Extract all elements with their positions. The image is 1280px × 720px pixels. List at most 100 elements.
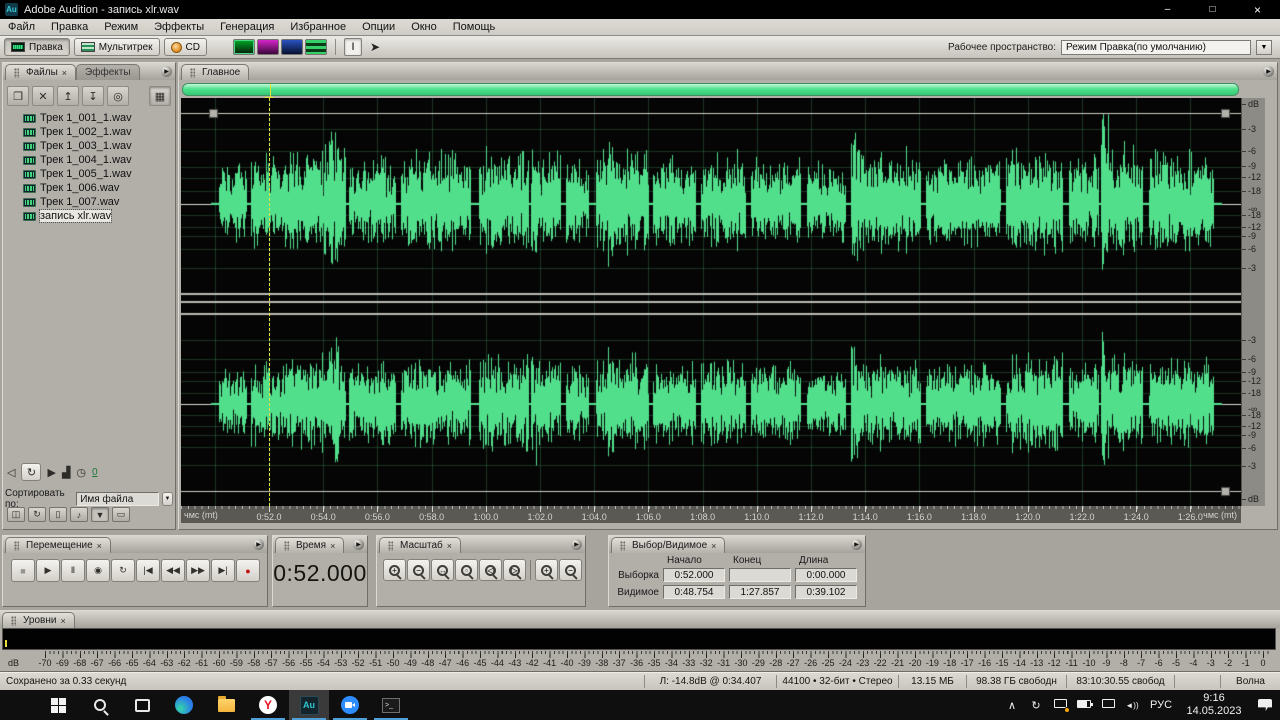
zoom-to-right-edge-button[interactable]: ▷ (503, 559, 526, 581)
file-row[interactable]: Трек 1_004_1.wav (5, 153, 173, 167)
selection-field[interactable]: 1:27.857 (729, 585, 791, 599)
zoom-app-taskbar-icon[interactable] (330, 690, 370, 720)
spectral-pan-mode-button[interactable] (280, 39, 303, 55)
selection-field[interactable]: 0:00.000 (795, 568, 857, 582)
battery-icon[interactable] (1072, 699, 1096, 711)
selection-field[interactable] (729, 568, 791, 582)
time-panel-menu-button[interactable]: ▶ (353, 539, 364, 550)
close-file-button[interactable]: ✕ (32, 86, 54, 106)
sort-dropdown-arrow[interactable]: ▼ (162, 492, 173, 506)
workspace-dropdown-arrow[interactable]: ▼ (1256, 39, 1272, 55)
pause-button[interactable]: Ⅱ (61, 559, 85, 582)
multitrack-view-button[interactable]: Мультитрек (73, 38, 160, 56)
show-midi-toggle[interactable]: ♪ (70, 507, 88, 522)
tab-effects[interactable]: Эффекты (76, 64, 140, 80)
fast-forward-button[interactable]: ▶▶ (186, 559, 210, 582)
go-to-start-button[interactable]: |◀ (136, 559, 160, 582)
files-panel-menu-button[interactable]: ▶ (161, 66, 172, 77)
tab-zoom[interactable]: Масштаб × (379, 537, 462, 553)
tab-files-close-icon[interactable]: × (62, 68, 67, 78)
overview-navigation-bar[interactable] (182, 83, 1239, 97)
insert-into-cd-button[interactable]: ↧ (82, 86, 104, 106)
zoom-in-vertical-button[interactable]: + (535, 559, 558, 581)
tab-transport[interactable]: Перемещение × (5, 537, 111, 553)
spectral-frequency-mode-button[interactable] (256, 39, 279, 55)
zoom-full-button[interactable]: ↔ (431, 559, 454, 581)
tab-transport-close-icon[interactable]: × (97, 541, 102, 551)
file-row[interactable]: Трек 1_007.wav (5, 195, 173, 209)
tab-levels-close-icon[interactable]: × (60, 616, 65, 626)
zoom-to-left-edge-button[interactable]: ◁ (479, 559, 502, 581)
adobe-audition-taskbar-icon[interactable]: Au (289, 690, 329, 720)
selection-field[interactable]: 0:48.754 (663, 585, 725, 599)
minimize-button[interactable]: – (1145, 0, 1190, 19)
tab-main[interactable]: Главное (181, 64, 250, 80)
go-to-end-button[interactable]: ▶| (211, 559, 235, 582)
close-button[interactable]: × (1235, 0, 1280, 19)
preview-volume[interactable]: ▟ (62, 466, 70, 479)
panel-grip[interactable] (388, 540, 393, 551)
panel-grip[interactable] (190, 67, 195, 78)
menu-8[interactable]: Окно (403, 21, 445, 33)
show-loops-toggle[interactable]: ↻ (28, 507, 46, 522)
level-meter[interactable] (2, 628, 1276, 650)
play-file[interactable]: ▶ (47, 466, 55, 479)
tab-selection[interactable]: Выбор/Видимое × (611, 537, 726, 553)
zoom-out-horizontal-button[interactable]: − (407, 559, 430, 581)
file-row[interactable]: запись xlr.wav (5, 209, 173, 223)
tab-levels[interactable]: Уровни × (2, 612, 75, 628)
panel-grip[interactable] (284, 540, 289, 551)
preview-volume-value[interactable]: 0 (92, 467, 98, 478)
zoom-in-horizontal-button[interactable]: + (383, 559, 406, 581)
panel-grip[interactable] (14, 67, 19, 78)
menu-7[interactable]: Опции (354, 21, 403, 33)
selection-panel-menu-button[interactable]: ▶ (851, 539, 862, 550)
tab-time[interactable]: Время × (275, 537, 345, 553)
volume-icon[interactable]: ◄)) (1120, 701, 1144, 710)
selection-field[interactable]: 0:39.102 (795, 585, 857, 599)
waveform-display[interactable] (181, 98, 1241, 506)
selection-field[interactable]: 0:52.000 (663, 568, 725, 582)
file-row[interactable]: Трек 1_003_1.wav (5, 139, 173, 153)
yandex-browser-taskbar-icon[interactable]: Y (248, 690, 288, 720)
transport-panel-menu-button[interactable]: ▶ (253, 539, 264, 550)
language-indicator[interactable]: РУС (1144, 699, 1178, 711)
cd-view-button[interactable]: CD (163, 38, 207, 56)
time-selection-tool-button[interactable]: I (343, 38, 362, 56)
network-icon[interactable] (1096, 699, 1120, 711)
tray-chevron-icon[interactable]: ∧ (1000, 699, 1024, 712)
zoom-out-vertical-button[interactable]: − (559, 559, 582, 581)
stop-button[interactable]: ■ (11, 559, 35, 582)
edge-browser-taskbar-icon[interactable] (164, 690, 204, 720)
terminal-taskbar-icon[interactable]: >_ (371, 690, 411, 720)
panel-grip[interactable] (11, 615, 16, 626)
rewind-button[interactable]: ◀◀ (161, 559, 185, 582)
file-row[interactable]: Трек 1_005_1.wav (5, 167, 173, 181)
play-looped-button[interactable]: ↻ (111, 559, 135, 582)
clock[interactable]: 9:16 14.05.2023 (1178, 692, 1250, 718)
spectral-phase-mode-button[interactable] (304, 39, 327, 55)
file-row[interactable]: Трек 1_002_1.wav (5, 125, 173, 139)
sync-icon[interactable]: ↻ (1024, 699, 1048, 712)
waveform-display-mode-button[interactable] (232, 39, 255, 55)
scrub-tool-button[interactable]: ➤ (370, 40, 380, 54)
filter-toggle[interactable]: ▼ (91, 507, 109, 522)
menu-9[interactable]: Помощь (445, 21, 504, 33)
auto-play-toggle[interactable]: ◁ (7, 466, 15, 479)
tab-zoom-close-icon[interactable]: × (447, 541, 452, 551)
task-view-taskbar-icon[interactable] (122, 690, 162, 720)
panel-grip[interactable] (14, 540, 19, 551)
preview-timer[interactable]: ◷ (76, 466, 86, 479)
main-panel-menu-button[interactable]: ▶ (1263, 66, 1274, 77)
tab-selection-close-icon[interactable]: × (711, 541, 716, 551)
tab-files[interactable]: Файлы × (5, 64, 77, 80)
tab-time-close-icon[interactable]: × (330, 541, 335, 551)
timeline-ruler[interactable]: 0:52.0 0:54.0 0:56.0 0:58.0 1:00.0 1:02.0 1:04… (181, 506, 1241, 523)
menu-6[interactable]: Избранное (282, 21, 354, 33)
file-row[interactable]: Трек 1_006.wav (5, 181, 173, 195)
menu-1[interactable]: Файл (0, 21, 43, 33)
workspace-select[interactable]: Режим Правка(по умолчанию) (1061, 39, 1251, 55)
play-button[interactable]: ▶ (36, 559, 60, 582)
import-file-button[interactable]: ❐ (7, 86, 29, 106)
file-explorer-taskbar-icon[interactable] (206, 690, 246, 720)
